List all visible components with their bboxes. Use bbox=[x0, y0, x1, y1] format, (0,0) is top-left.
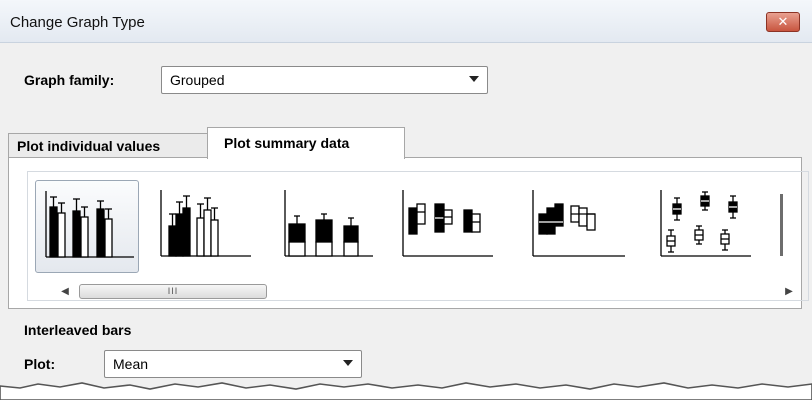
selected-graph-type-label: Interleaved bars bbox=[24, 322, 132, 338]
graph-family-label: Graph family: bbox=[24, 72, 115, 88]
tab-label: Plot summary data bbox=[224, 135, 350, 151]
gallery-horizontal-scrollbar[interactable]: ◀ III ▶ bbox=[57, 282, 797, 302]
tab-label: Plot individual values bbox=[17, 138, 161, 154]
tab-strip: Plot individual values Plot summary data bbox=[0, 127, 812, 159]
dropdown-arrow-icon[interactable] bbox=[343, 360, 353, 366]
graph-type-thumbnail-box-plot[interactable] bbox=[653, 180, 757, 273]
stacked-bars-icon bbox=[284, 190, 373, 257]
title-bar: Change Graph Type ✕ bbox=[0, 0, 812, 43]
grip-icon: III bbox=[167, 286, 179, 296]
torn-edge bbox=[0, 382, 812, 400]
graph-type-thumbnail-floating-grouped[interactable] bbox=[523, 180, 627, 273]
graph-type-thumbnail-grouped[interactable] bbox=[155, 180, 259, 273]
plot-select[interactable]: Mean bbox=[104, 350, 362, 378]
scroll-left-arrow-icon[interactable]: ◀ bbox=[57, 282, 73, 302]
dropdown-arrow-icon[interactable] bbox=[469, 76, 479, 82]
floating-bars-icon bbox=[402, 190, 493, 257]
floating-bars-2-icon bbox=[532, 190, 625, 257]
graph-family-value: Grouped bbox=[170, 72, 225, 88]
close-icon: ✕ bbox=[777, 14, 789, 29]
grouped-bars-icon bbox=[160, 190, 251, 257]
graph-type-thumbnail-interleaved[interactable] bbox=[35, 180, 139, 273]
plot-value: Mean bbox=[113, 356, 149, 372]
interleaved-bars-icon bbox=[45, 191, 134, 258]
close-button[interactable]: ✕ bbox=[766, 12, 800, 32]
scrollbar-thumb[interactable]: III bbox=[79, 284, 267, 299]
plot-label: Plot: bbox=[24, 356, 56, 372]
tab-panel: ◀ III ▶ bbox=[8, 157, 809, 309]
change-graph-type-dialog: Change Graph Type ✕ Graph family: Groupe… bbox=[0, 0, 812, 400]
scroll-right-arrow-icon[interactable]: ▶ bbox=[781, 282, 797, 302]
tab-plot-summary-data[interactable]: Plot summary data bbox=[207, 127, 405, 159]
box-plot-icon bbox=[660, 190, 751, 257]
tab-plot-individual-values[interactable]: Plot individual values bbox=[8, 133, 208, 158]
dialog-title: Change Graph Type bbox=[10, 14, 145, 31]
next-thumbnail-edge bbox=[780, 194, 783, 256]
graph-type-thumbnail-floating[interactable] bbox=[393, 180, 497, 273]
graph-type-thumbnail-stacked[interactable] bbox=[275, 180, 379, 273]
graph-family-select[interactable]: Grouped bbox=[161, 66, 488, 94]
